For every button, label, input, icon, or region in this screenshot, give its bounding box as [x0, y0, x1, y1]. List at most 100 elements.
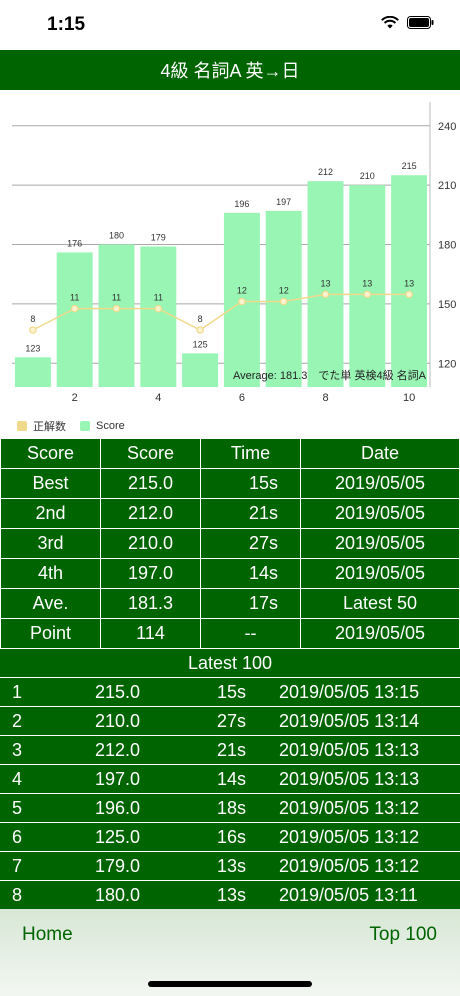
- table-cell: --: [200, 618, 301, 649]
- table-cell: 215.0: [100, 468, 201, 499]
- header-cell: Time: [200, 438, 301, 469]
- table-cell: 2nd: [0, 498, 101, 529]
- bar: [182, 353, 219, 387]
- time-value: 14s: [217, 769, 247, 789]
- score-value: 197.0: [95, 769, 141, 789]
- score-value: 212.0: [95, 740, 141, 760]
- point-value-label: 12: [237, 286, 247, 296]
- table-cell: 2019/05/05: [300, 528, 460, 559]
- point-value-label: 12: [279, 286, 289, 296]
- table-cell: 4th: [0, 558, 101, 589]
- legend-item-score: Score: [80, 420, 125, 432]
- rank: 4: [12, 769, 23, 789]
- bar-value-label: 180: [109, 231, 124, 241]
- score-value: 125.0: [95, 827, 141, 847]
- y-tick-label: 210: [438, 180, 456, 192]
- time-value: 16s: [217, 827, 247, 847]
- y-tick-label: 120: [438, 358, 456, 370]
- table-cell: Point: [0, 618, 101, 649]
- best-scores-table: Score Score Time Date Best 215.0 15s 201…: [0, 438, 460, 649]
- date-value: 2019/05/05 13:14: [279, 711, 420, 731]
- line-point: [196, 326, 204, 334]
- chart-legend: 正解数 Score: [17, 418, 139, 434]
- bar: [14, 357, 51, 387]
- list-item[interactable]: 5 196.0 18s 2019/05/05 13:12: [0, 793, 460, 822]
- score-value: 180.0: [95, 885, 141, 905]
- table-cell: 210.0: [100, 528, 201, 559]
- table-cell: 114: [100, 618, 201, 649]
- list-item[interactable]: 8 180.0 13s 2019/05/05 13:11: [0, 880, 460, 909]
- date-value: 2019/05/05 13:15: [279, 682, 420, 702]
- time-value: 18s: [217, 798, 247, 818]
- table-cell: 212.0: [100, 498, 201, 529]
- bar-value-label: 123: [25, 343, 40, 353]
- list-item[interactable]: 6 125.0 16s 2019/05/05 13:12: [0, 822, 460, 851]
- table-row: Point 114 -- 2019/05/05: [0, 618, 460, 649]
- table-cell: 17s: [200, 588, 301, 619]
- top100-button[interactable]: Top 100: [369, 924, 437, 946]
- header-cell: Date: [300, 438, 460, 469]
- bar-value-label: 125: [193, 339, 208, 349]
- time-value: 13s: [217, 856, 247, 876]
- list-item[interactable]: 7 179.0 13s 2019/05/05 13:12: [0, 851, 460, 880]
- point-value-label: 13: [320, 278, 330, 288]
- point-value-label: 13: [362, 278, 372, 288]
- date-value: 2019/05/05 13:12: [279, 827, 420, 847]
- latest-list: 1 215.0 15s 2019/05/05 13:15 2 210.0 27s…: [0, 677, 460, 909]
- home-button[interactable]: Home: [22, 924, 73, 946]
- table-cell: Latest 50: [300, 588, 460, 619]
- rank: 8: [12, 885, 23, 905]
- x-tick-label: 2: [72, 392, 78, 404]
- latest-title: Latest 100: [0, 648, 460, 677]
- average-annotation: Average: 181.3 でた単 英検4級 名詞A: [233, 368, 427, 382]
- date-value: 2019/05/05 13:11: [279, 885, 418, 905]
- table-cell: 2019/05/05: [300, 558, 460, 589]
- legend-swatch-correct: [17, 421, 27, 431]
- y-tick-label: 240: [438, 121, 456, 133]
- list-item[interactable]: 3 212.0 21s 2019/05/05 13:13: [0, 735, 460, 764]
- rank: 7: [12, 856, 23, 876]
- line-point: [279, 297, 288, 306]
- table-cell: 2019/05/05: [300, 468, 460, 499]
- table-row: Ave. 181.3 17s Latest 50: [0, 588, 460, 619]
- point-value-label: 11: [70, 293, 79, 303]
- date-value: 2019/05/05 13:12: [279, 798, 420, 818]
- table-cell: Best: [0, 468, 101, 499]
- rank: 6: [12, 827, 23, 847]
- y-tick-label: 150: [438, 299, 456, 311]
- list-item[interactable]: 1 215.0 15s 2019/05/05 13:15: [0, 677, 460, 706]
- rank: 1: [12, 682, 23, 702]
- date-value: 2019/05/05 13:12: [279, 856, 420, 876]
- bar-value-label: 215: [402, 161, 417, 171]
- score-value: 179.0: [95, 856, 141, 876]
- rank: 5: [12, 798, 23, 818]
- line-point: [321, 290, 330, 299]
- time-value: 15s: [217, 682, 247, 702]
- point-value-label: 8: [198, 314, 203, 324]
- home-indicator: [148, 981, 312, 987]
- table-cell: 27s: [200, 528, 301, 559]
- header-cell: Score: [0, 438, 101, 469]
- list-item[interactable]: 2 210.0 27s 2019/05/05 13:14: [0, 706, 460, 735]
- legend-swatch-score: [80, 421, 90, 431]
- table-row: 4th 197.0 14s 2019/05/05: [0, 558, 460, 589]
- wifi-icon: [381, 16, 399, 29]
- bar-value-label: 179: [151, 232, 166, 242]
- rank: 2: [12, 711, 23, 731]
- point-value-label: 13: [404, 278, 414, 288]
- table-row: Best 215.0 15s 2019/05/05: [0, 468, 460, 499]
- legend-label-score: Score: [96, 420, 125, 432]
- line-point: [154, 304, 163, 313]
- x-tick-label: 10: [403, 392, 415, 404]
- status-bar: 1:15: [0, 0, 460, 50]
- table-row: 2nd 212.0 21s 2019/05/05: [0, 498, 460, 529]
- x-tick-label: 4: [155, 392, 161, 404]
- y-tick-label: 180: [438, 240, 456, 252]
- legend-label-correct: 正解数: [33, 421, 66, 433]
- bar-value-label: 210: [360, 171, 375, 181]
- time-value: 13s: [217, 885, 247, 905]
- bar-value-label: 197: [276, 197, 291, 207]
- list-item[interactable]: 4 197.0 14s 2019/05/05 13:13: [0, 764, 460, 793]
- bar: [140, 246, 177, 387]
- table-cell: 2019/05/05: [300, 618, 460, 649]
